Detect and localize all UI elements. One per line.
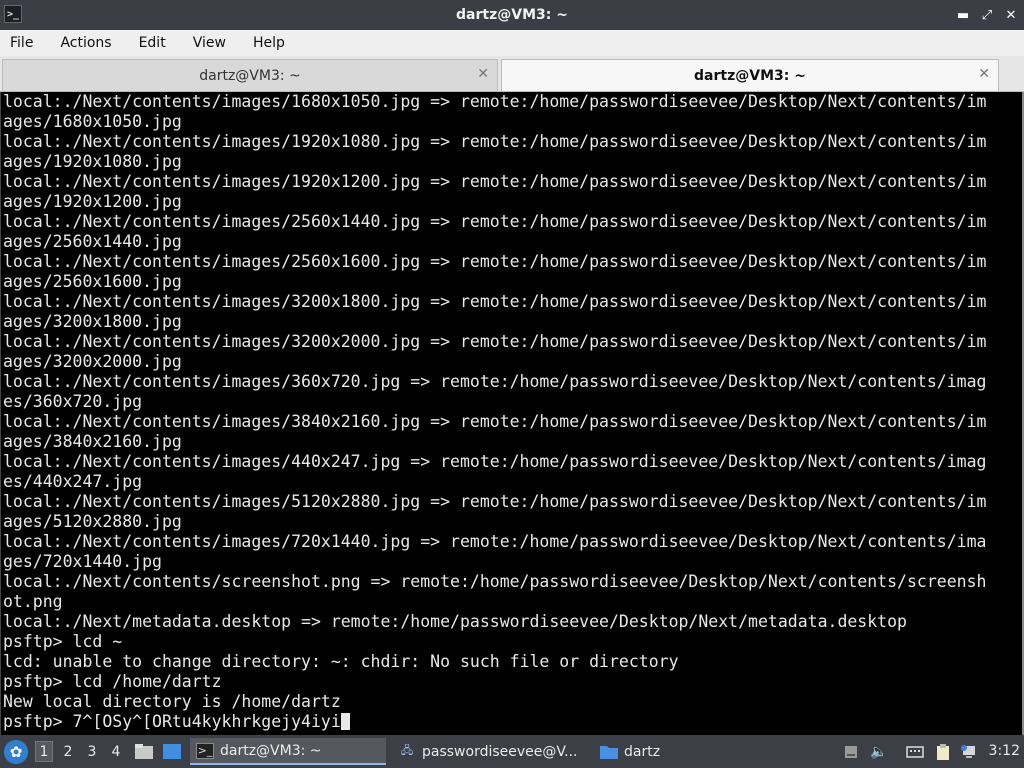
terminal-lines: local:./Next/contents/images/1680x1050.j… [3,92,1003,732]
terminal-line: local:./Next/contents/images/1920x1200.j… [3,172,987,191]
network-icon[interactable] [960,743,978,761]
volume-icon[interactable]: 🔈 [870,743,888,761]
task-label: passwordiseevee@V... [422,743,578,760]
task-terminal[interactable]: >_ dartz@VM3: ~ [190,738,386,765]
workspace-2[interactable]: 2 [59,741,77,762]
tab-terminal-2[interactable]: dartz@VM3: ~ ✕ [501,59,999,91]
file-manager-icon[interactable] [134,742,154,761]
show-desktop-icon[interactable] [162,742,182,761]
taskbar: ✿ 1 2 3 4 >_ dartz@VM3: ~ 🖧 passwordisee… [0,735,1024,768]
terminal-line: ages/1680x1050.jpg [3,112,182,131]
window-titlebar: >_ dartz@VM3: ~ ▬ ⤢ ✕ [0,0,1024,30]
window-controls: ▬ ⤢ ✕ [956,0,1018,30]
terminal-line: ages/3840x2160.jpg [3,432,182,451]
restore-icon[interactable]: ⤢ [980,8,994,23]
workspace-3[interactable]: 3 [83,741,101,762]
terminal-line: local:./Next/contents/images/440x247.jpg… [3,452,987,471]
menu-actions[interactable]: Actions [60,35,111,51]
minimize-icon[interactable]: ▬ [956,8,970,23]
terminal-line: local:./Next/contents/images/3840x2160.j… [3,412,987,431]
window-title: dartz@VM3: ~ [456,7,568,23]
terminal-line: local:./Next/contents/images/2560x1440.j… [3,212,987,231]
terminal-line: ages/1920x1200.jpg [3,192,182,211]
menu-edit[interactable]: Edit [139,35,166,51]
terminal-line: local:./Next/contents/images/3200x1800.j… [3,292,987,311]
tab-bar: dartz@VM3: ~ ✕ dartz@VM3: ~ ✕ [0,56,1024,92]
menu-help[interactable]: Help [253,35,285,51]
tab-terminal-1[interactable]: dartz@VM3: ~ ✕ [2,59,498,91]
task-remote-terminal[interactable]: 🖧 passwordiseevee@V... [392,738,588,765]
terminal-cursor [340,713,350,730]
close-icon[interactable]: ✕ [1004,8,1018,23]
terminal-line: ages/1920x1080.jpg [3,152,182,171]
start-menu-icon[interactable]: ✿ [4,740,28,764]
terminal-line: local:./Next/contents/images/2560x1600.j… [3,252,987,271]
terminal-line: ages/5120x2880.jpg [3,512,182,531]
terminal-line: ages/2560x1440.jpg [3,232,182,251]
task-label: dartz [624,743,661,760]
terminal-line: lcd: unable to change directory: ~: chdi… [3,652,679,671]
workspace-1[interactable]: 1 [35,741,53,762]
terminal-line: local:./Next/metadata.desktop => remote:… [3,612,907,631]
terminal-output[interactable]: local:./Next/contents/images/1680x1050.j… [0,92,1022,735]
tab-label: dartz@VM3: ~ [199,67,301,84]
menu-view[interactable]: View [193,35,226,51]
clipboard-icon[interactable] [934,743,952,761]
terminal-line: ages/3200x1800.jpg [3,312,182,331]
removable-drive-icon[interactable] [842,743,860,761]
terminal-line: es/360x720.jpg [3,392,143,411]
folder-icon [600,744,618,760]
terminal-line: local:./Next/contents/images/1920x1080.j… [3,132,987,151]
workspace-4[interactable]: 4 [107,741,125,762]
terminal-line: New local directory is /home/dartz [3,692,341,711]
terminal-line: ges/720x1440.jpg [3,552,162,571]
terminal-line: psftp> lcd ~ [3,632,123,651]
terminal-line: local:./Next/contents/images/3200x2000.j… [3,332,987,351]
task-label: dartz@VM3: ~ [220,742,322,759]
terminal-line: ot.png [3,592,63,611]
terminal-line: local:./Next/contents/images/5120x2880.j… [3,492,987,511]
terminal-icon: >_ [4,5,22,23]
terminal-line: psftp> lcd /home/dartz [3,672,222,691]
task-file-manager[interactable]: dartz [594,738,714,765]
clock[interactable]: 3:12 [989,743,1020,759]
terminal-line: ages/2560x1600.jpg [3,272,182,291]
keyboard-icon[interactable] [906,743,924,761]
network-terminal-icon: 🖧 [400,744,414,757]
menu-file[interactable]: File [10,35,33,51]
menu-bar: File Actions Edit View Help [0,30,1024,56]
terminal-line: local:./Next/contents/screenshot.png => … [3,572,987,591]
tab-label: dartz@VM3: ~ [694,67,806,84]
terminal-icon: >_ [196,742,214,759]
terminal-line: local:./Next/contents/images/1680x1050.j… [3,92,987,111]
terminal-line: local:./Next/contents/images/360x720.jpg… [3,372,987,391]
tab-close-icon[interactable]: ✕ [978,66,990,82]
terminal-line: ages/3200x2000.jpg [3,352,182,371]
terminal-line: local:./Next/contents/images/720x1440.jp… [3,532,987,551]
terminal-line: psftp> 7^[OSy^[ORtu4kykhrkgejy4iyi [3,712,1003,732]
tab-close-icon[interactable]: ✕ [477,66,489,82]
terminal-line: es/440x247.jpg [3,472,143,491]
